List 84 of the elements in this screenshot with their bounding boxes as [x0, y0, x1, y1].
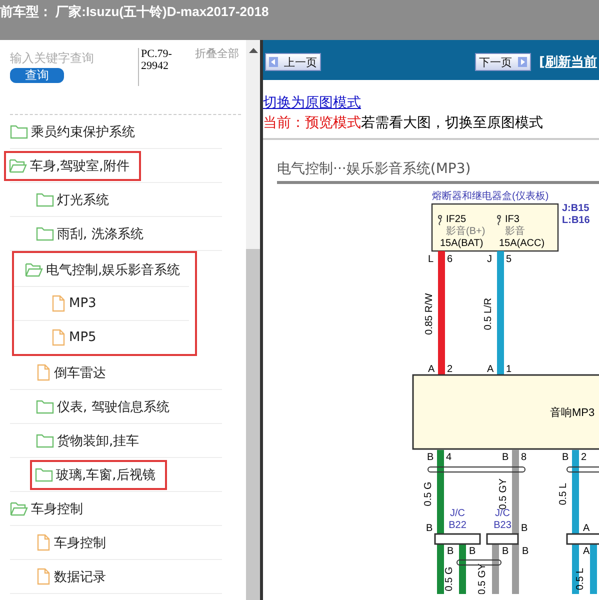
fuse-icon — [438, 215, 442, 226]
pin-label: J — [487, 254, 492, 265]
pin-label: B — [469, 546, 476, 557]
pin-label: B — [522, 546, 529, 557]
mode-hint: 若需看大图，切换至原图模式 — [361, 115, 543, 131]
document-icon — [36, 568, 51, 585]
refresh-link[interactable]: [刷新当前 — [539, 53, 597, 71]
scroll-up-icon[interactable] — [248, 48, 258, 53]
pin-label: 4 — [446, 452, 452, 463]
wire-spec-label: 0.5 L/R — [483, 298, 494, 330]
diagram-title: 电气控制···娱乐影音系统(MP3) — [277, 160, 599, 184]
original-mode-link[interactable]: 切换为原图模式 — [263, 95, 361, 111]
tree-item[interactable]: 数据记录 — [54, 568, 106, 586]
wire-spec-label: 0.5 GY — [498, 478, 509, 510]
pin-label: 2 — [581, 452, 587, 463]
pin-label: B — [447, 546, 454, 557]
audio-unit-label: 音响MP3 — [550, 407, 595, 419]
fuse-function: 影音 — [505, 226, 525, 237]
tree-item[interactable]: 货物装卸,挂车 — [57, 432, 140, 450]
pin-label: A — [583, 523, 590, 534]
tree-item[interactable]: MP5 — [69, 330, 96, 345]
model-code: PC.79-29942 — [138, 48, 191, 86]
pin-label: A — [487, 364, 494, 375]
pin-label: B — [562, 452, 569, 463]
junction-code: B23 — [494, 520, 512, 531]
scrollbar[interactable] — [246, 40, 260, 600]
tree-item[interactable]: 倒车雷达 — [54, 364, 106, 382]
tree-item[interactable]: 仪表, 驾驶信息系统 — [57, 398, 170, 416]
right-arrow-icon — [518, 57, 528, 67]
junction-label: J/C — [495, 508, 510, 519]
fuse-id: IF25 — [446, 214, 466, 225]
pin-label: B — [427, 452, 434, 463]
next-page-button[interactable]: 下一页 — [475, 53, 532, 71]
left-arrow-icon — [269, 57, 278, 67]
fuse-box-label: 熔断器和继电器盒(仪表板) — [432, 191, 549, 202]
tree-item[interactable]: 玻璃,车窗,后视镜 — [56, 466, 156, 484]
tree-item[interactable]: 电气控制,娱乐影音系统 — [46, 260, 180, 278]
fuse-function: 影音(B+) — [446, 226, 486, 237]
wire-spec-label: 0.85 R/W — [424, 293, 435, 335]
fuse-icon — [497, 215, 501, 226]
search-button[interactable]: 查询 — [10, 68, 64, 83]
pin-label: A — [583, 546, 590, 557]
tree-item[interactable]: 车身控制 — [31, 500, 83, 518]
document-icon — [51, 295, 66, 312]
wire-spec-label: 0.5 L — [558, 482, 569, 506]
fuse-rating: 15A(ACC) — [499, 238, 545, 249]
vehicle-model-title: 前车型： 厂家:Isuzu(五十铃)D-max2017-2018 — [0, 3, 269, 21]
pin-label: 5 — [506, 254, 512, 265]
tree-item[interactable]: 车身控制 — [54, 534, 106, 552]
connector — [434, 533, 481, 545]
wire-spec-label: 0.5 L — [575, 568, 586, 590]
current-mode-label: 当前：预览模式 — [263, 115, 361, 131]
tree-item[interactable]: 雨刮, 洗涤系统 — [57, 224, 144, 242]
previous-page-button[interactable]: 上一页 — [265, 53, 321, 71]
pin-label: A — [428, 364, 435, 375]
scroll-thumb[interactable] — [246, 249, 260, 600]
junction-code: B22 — [448, 520, 466, 531]
pin-label: B — [426, 523, 433, 534]
pin-label: 6 — [447, 254, 453, 265]
pin-label: B — [521, 523, 528, 534]
pin-label: 2 — [447, 364, 453, 375]
shield-loop — [566, 466, 599, 472]
tree-item[interactable]: 车身,驾驶室,附件 — [30, 156, 130, 174]
wire-spec-label: 0.5 G — [423, 482, 434, 506]
document-icon — [51, 329, 66, 346]
document-icon — [36, 534, 51, 551]
pin-label: 8 — [521, 452, 527, 463]
pin-label: B — [502, 546, 509, 557]
search-field[interactable]: 输入关键字查询 — [10, 48, 130, 68]
tree-item[interactable]: MP3 — [69, 296, 96, 311]
tree-item[interactable]: 乘员约束保护系统 — [31, 122, 135, 140]
fuse-rating: 15A(BAT) — [440, 238, 484, 249]
pin-label: B — [502, 452, 509, 463]
document-icon — [36, 364, 51, 381]
connector-code: J:B15 — [562, 203, 590, 214]
pin-label: L — [428, 254, 434, 265]
connector-code: L:B16 — [562, 215, 590, 226]
junction-label: J/C — [450, 508, 465, 519]
connector — [486, 533, 519, 545]
shield-loop — [456, 560, 502, 566]
pin-label: 1 — [506, 364, 512, 375]
fuse-id: IF3 — [505, 214, 520, 225]
tree-item[interactable]: 灯光系统 — [57, 190, 109, 208]
wire-spec-label: 0.5 G — [444, 566, 455, 592]
